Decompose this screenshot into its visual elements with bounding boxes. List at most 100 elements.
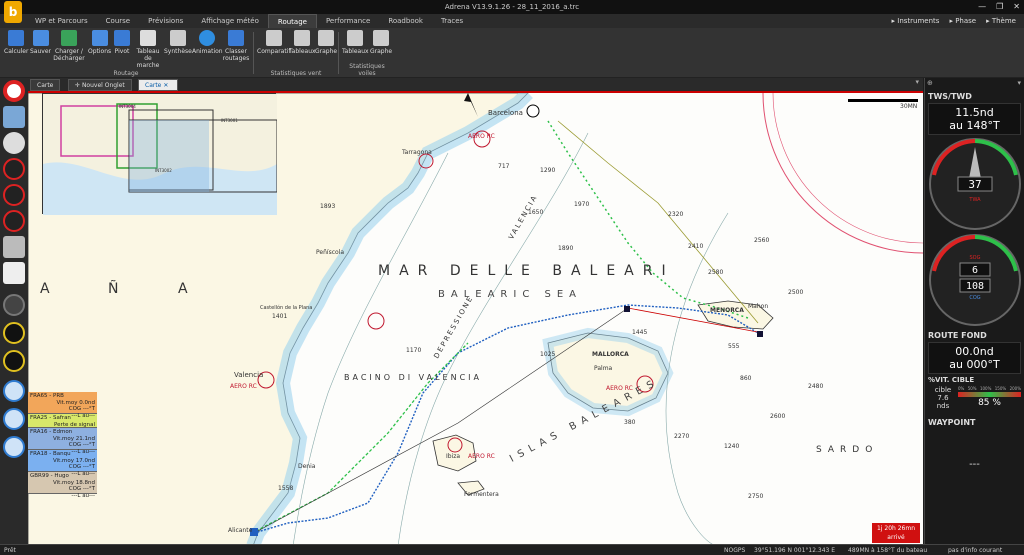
menorca-mark[interactable] [757,331,763,337]
charger-button[interactable]: Charger / Décharger [52,30,86,62]
route-tool-icon[interactable] [3,158,25,180]
depth-label: 2560 [754,237,770,244]
doc-tab-nouvel-label: Nouvel Onglet [81,82,125,89]
depth-label: 1290 [540,167,556,174]
tableaux-voiles-button[interactable]: Tableaux [342,30,369,55]
pct-tick: 150% [994,386,1007,391]
eta-time: 1j 20h 26mn [876,525,916,532]
minimap-canvas [43,94,277,215]
sea-title-en: BALEARIC SEA [438,289,582,300]
city-label: Alicante [228,527,253,534]
overview-minimap[interactable]: INT3004 INT3001 INT3002 [42,93,277,215]
chart-tool-icon[interactable] [3,106,25,128]
cible-block: cible 7.6 nds [928,386,958,410]
zoom-in-icon[interactable] [3,436,25,458]
zoom-icon[interactable] [3,380,25,402]
route-edit-icon[interactable] [3,184,25,206]
barcelona-finish-mark[interactable] [526,104,540,118]
measure-icon[interactable] [3,236,25,258]
tab-course[interactable]: Course [97,14,139,28]
tab-previsions[interactable]: Prévisions [139,14,192,28]
app-logo[interactable]: b [4,1,22,23]
graphe-voiles-button[interactable]: Graphe [370,30,392,55]
boat-mark[interactable] [624,306,630,312]
sea-title-it: MAR DELLE BALEARI [378,263,675,279]
pivot-icon [114,30,130,46]
vit-cible-block: cible 7.6 nds 0% 50% 100% 150% 200% 85 % [928,386,1021,410]
depth-label: 2320 [668,211,684,218]
doc-tab-carte-2[interactable]: Carte ✕ [138,79,178,91]
eta-status: arrivé [887,534,905,541]
sog-cog-gauge: SOG 6 108 COG [928,234,1021,326]
grib-icon[interactable] [3,262,25,284]
boat-entry-fra16[interactable]: FRA16 - Edmon Vit.moy 21.1nd COG ---°T -… [28,428,97,455]
route-head: ROUTE FOND [928,331,987,340]
tab-routage[interactable]: Routage [267,14,317,28]
compass-icon[interactable] [3,350,25,372]
synthese-button[interactable]: Synthèse [164,30,192,55]
sauver-button[interactable]: Sauver [30,30,51,55]
tab-traces[interactable]: Traces [432,14,472,28]
pct-tick: 50% [967,386,977,391]
table-icon [347,30,364,46]
menu-instruments[interactable]: ▸ Instruments [892,14,940,28]
title-bar: b Adrena V13.9.1.26 - 28_11_2016_a.trc —… [0,0,1024,23]
calculate-icon [8,30,25,46]
tab-affichage-meteo[interactable]: Affichage météo [192,14,268,28]
ribbon-separator [338,32,339,74]
tableau-marche-button[interactable]: Tableau de marche [134,30,162,69]
menu-theme[interactable]: ▸ Thème [986,14,1016,28]
zoom-out-icon[interactable] [3,408,25,430]
close-tab-icon[interactable]: ✕ [163,82,168,89]
layers-icon[interactable] [3,132,25,154]
tableaux-vent-button[interactable]: Tableaux [289,30,316,55]
tabs-dropdown-icon[interactable]: ▾ [915,78,919,86]
right-menu: ▸ Instruments ▸ Phase ▸ Thème [892,14,1016,28]
menu-phase-label: Phase [955,17,977,25]
depth-label: 1025 [540,351,556,358]
comparatif-button[interactable]: Comparatif [257,30,290,55]
menu-phase[interactable]: ▸ Phase [949,14,976,28]
depth-label: 860 [740,375,752,382]
tab-wp-parcours[interactable]: WP et Parcours [26,14,97,28]
table-icon [294,30,311,46]
boat-entry-fra65[interactable]: FRA65 - PRB Vit.moy 0.0nd COG ---°T ---L… [28,392,97,419]
tab-roadbook[interactable]: Roadbook [379,14,432,28]
depth-label: 2410 [688,243,704,250]
panel-add-icon[interactable]: ⊕ [927,79,933,87]
play-icon [199,30,216,46]
close-icon[interactable]: ✕ [1013,0,1020,14]
depth-label: 1445 [632,329,648,336]
window-title: Adrena V13.9.1.26 - 28_11_2016_a.trc [444,3,580,11]
city-label: Ibiza [446,453,461,460]
minimize-icon[interactable]: — [978,0,986,14]
stats-voiles-group: Tableaux Graphe Statistiques voiles [340,28,394,78]
pivot-button[interactable]: Pivot [114,30,130,55]
lifebuoy-icon[interactable] [3,80,25,102]
tab-performance[interactable]: Performance [317,14,379,28]
document-tabs: Carte ✛ Nouvel Onglet Carte ✕ ▾ [28,78,923,91]
classer-routages-button[interactable]: Classer routages [222,30,250,62]
waypoint-tool-icon[interactable] [3,210,25,232]
doc-tab-carte-1[interactable]: Carte [30,79,61,91]
disabled-tool-icon[interactable] [3,294,25,316]
restore-icon[interactable]: ❐ [996,0,1003,14]
options-button[interactable]: Options [88,30,111,55]
boat-signal: Perte de signal [54,421,95,428]
calculer-button[interactable]: Calculer [4,30,28,55]
graphe-vent-button[interactable]: Graphe [315,30,337,55]
panel-menu-icon[interactable]: ▾ [1017,79,1021,87]
doc-tab-nouvel-onglet[interactable]: ✛ Nouvel Onglet [68,79,132,91]
twd-value: au 148°T [949,119,1000,132]
depth-label: 1170 [406,347,422,354]
nautical-chart[interactable]: INT3004 INT3001 INT3002 MAR DELLE BALEAR… [28,91,923,544]
target-icon[interactable] [3,322,25,344]
left-toolbar [0,78,28,544]
depth-label: 717 [498,163,510,170]
ribbon-separator [253,32,254,74]
routage-group-label: Routage [113,70,139,77]
pivot-label: Pivot [114,48,130,55]
animation-button[interactable]: Animation [192,30,223,55]
city-label: Formentera [464,491,499,498]
boat-cog: COG ---°T [68,486,95,492]
